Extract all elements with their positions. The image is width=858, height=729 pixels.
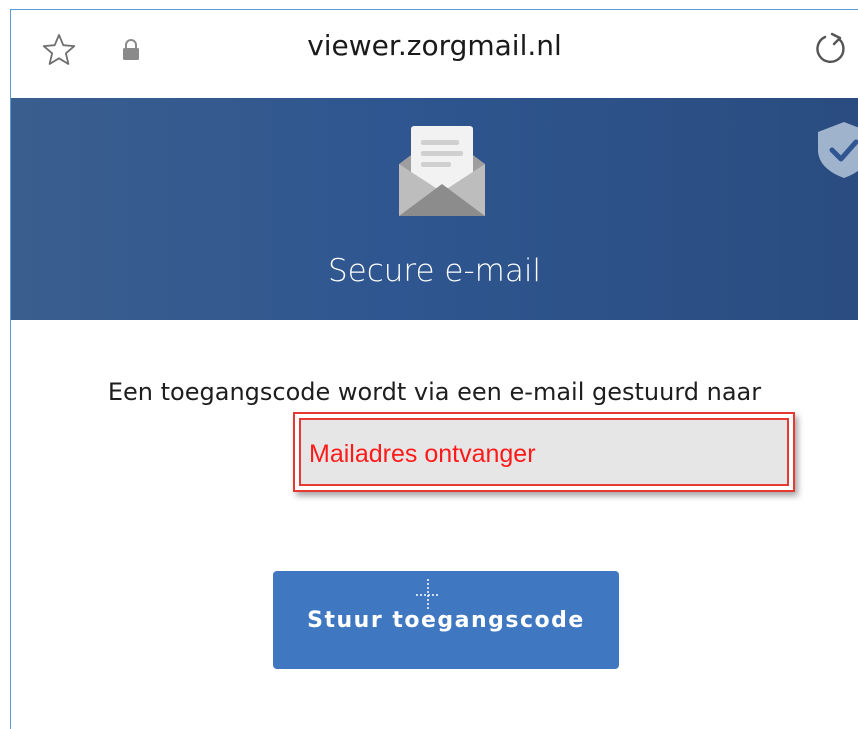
browser-viewport: viewer.zorgmail.nl Secure e-mail Een toe…	[10, 9, 858, 729]
shield-check-icon	[818, 122, 858, 178]
recipient-annotation-box: Mailadres ontvanger	[293, 412, 795, 492]
banner-title: Secure e-mail	[327, 253, 542, 289]
header-banner: Secure e-mail	[11, 98, 858, 320]
send-access-code-button[interactable]: Stuur toegangscode	[273, 571, 619, 669]
recipient-email-field[interactable]: Mailadres ontvanger	[299, 418, 789, 486]
move-cursor-icon	[416, 579, 440, 611]
url-text[interactable]: viewer.zorgmail.nl	[11, 29, 858, 62]
reload-icon[interactable]	[810, 28, 852, 70]
access-code-info: Een toegangscode wordt via een e-mail ge…	[107, 378, 762, 406]
address-bar: viewer.zorgmail.nl	[11, 10, 858, 98]
open-envelope-icon	[399, 126, 485, 216]
